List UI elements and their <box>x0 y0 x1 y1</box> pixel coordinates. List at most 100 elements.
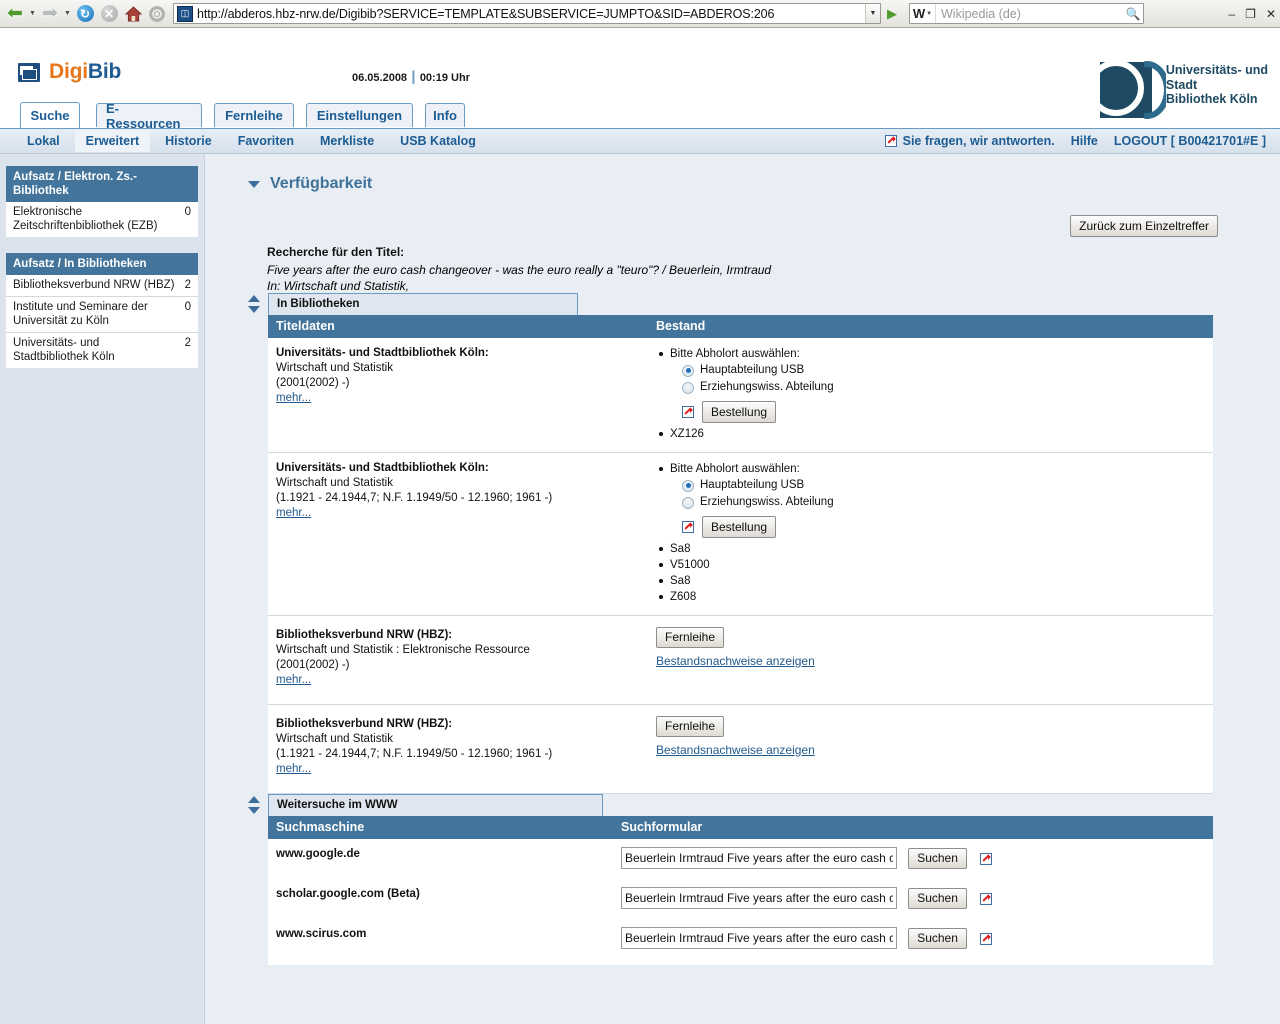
external-link-icon[interactable] <box>682 406 694 418</box>
external-link-icon[interactable] <box>980 892 993 905</box>
www-row-2-search-button[interactable]: Suchen <box>908 888 967 909</box>
radio-icon[interactable] <box>682 496 694 509</box>
tab-suche[interactable]: Suche <box>20 102 80 128</box>
www-row-3-engine: www.scirus.com <box>268 919 613 965</box>
row-3-holdings-link[interactable]: Bestandsnachweise anzeigen <box>656 654 815 669</box>
back-button[interactable]: ⬅ <box>3 2 27 26</box>
row-4-holdings-link[interactable]: Bestandsnachweise anzeigen <box>656 743 815 758</box>
uni-line-1: Universitäts- und <box>1165 63 1268 77</box>
radio-icon[interactable] <box>682 479 694 492</box>
tab-info[interactable]: Info <box>425 103 465 127</box>
go-arrow-icon: ▶ <box>887 5 897 21</box>
subtab-usb-katalog-label: USB Katalog <box>400 134 476 148</box>
recherche-in: In: Wirtschaft und Statistik, <box>267 279 409 293</box>
row-3-loan-button[interactable]: Fernleihe <box>656 627 725 648</box>
main-content: Verfügbarkeit Zurück zum Einzeltreffer R… <box>205 154 1280 1024</box>
updown-arrows-icon[interactable] <box>248 295 260 313</box>
external-link-icon[interactable] <box>980 852 993 865</box>
row-1-option-erziehungswiss[interactable]: Erziehungswiss. Abteilung <box>670 379 1205 396</box>
browser-search-box[interactable]: W ▼ Wikipedia (de) 🔍 <box>909 3 1144 24</box>
triangle-down-icon[interactable] <box>248 180 260 188</box>
radio-icon[interactable] <box>682 364 694 377</box>
magnifier-icon[interactable]: 🔍 <box>1123 7 1143 21</box>
minimize-button[interactable]: – <box>1228 7 1235 21</box>
forward-history-dropdown[interactable]: ▼ <box>62 2 73 26</box>
subtab-usb-katalog[interactable]: USB Katalog <box>389 130 487 152</box>
row-3-titeldaten: Bibliotheksverbund NRW (HBZ): Wirtschaft… <box>268 615 648 705</box>
www-row-2-form: Suchen <box>613 879 1213 919</box>
subtab-lokal[interactable]: Lokal <box>16 130 71 152</box>
row-1-pickup-group: Bitte Abholort auswählen: Hauptabteilung… <box>656 346 1205 423</box>
row-4-titeldaten: Bibliotheksverbund NRW (HBZ): Wirtschaft… <box>268 704 648 794</box>
row-4-loan-button[interactable]: Fernleihe <box>656 716 725 737</box>
sidebar-item-ezb-count: 0 <box>184 206 191 218</box>
go-button[interactable]: ▶ <box>881 3 903 25</box>
back-history-dropdown[interactable]: ▼ <box>27 2 38 26</box>
www-row-1-search-button[interactable]: Suchen <box>908 848 967 869</box>
www-row-2-search-input[interactable] <box>621 887 897 909</box>
subtab-merkliste[interactable]: Merkliste <box>309 130 385 152</box>
close-button[interactable]: ✕ <box>1266 7 1276 21</box>
url-text[interactable]: http://abderos.hbz-nrw.de/Digibib?SERVIC… <box>197 7 865 21</box>
radio-icon[interactable] <box>682 381 694 394</box>
logout-link[interactable]: LOGOUT [ B00421701#E ] <box>1114 134 1266 148</box>
row-4-line2: Wirtschaft und Statistik <box>276 733 393 745</box>
search-engine-selector[interactable]: W ▼ <box>910 4 936 23</box>
address-dropdown[interactable]: ▼ <box>865 4 880 23</box>
external-link-icon[interactable] <box>682 521 694 533</box>
subtab-erweitert[interactable]: Erweitert <box>74 130 151 152</box>
row-1-more-link[interactable]: mehr... <box>276 392 311 404</box>
tab-e-ressourcen[interactable]: E-Ressourcen <box>96 101 202 131</box>
www-section-bar: Weitersuche im WWW <box>248 794 1213 816</box>
www-row-3-form: Suchen <box>613 919 1213 965</box>
row-3-more-link[interactable]: mehr... <box>276 674 311 686</box>
row-2-order-button[interactable]: Bestellung <box>702 516 777 538</box>
row-3-title: Bibliotheksverbund NRW (HBZ): <box>276 629 453 641</box>
row-2-option-erziehungswiss[interactable]: Erziehungswiss. Abteilung <box>670 494 1205 511</box>
reload-button[interactable]: ↻ <box>73 2 97 26</box>
subtab-lokal-label: Lokal <box>27 134 60 148</box>
row-2-signature-2: Sa8 <box>656 573 1205 589</box>
table-row: scholar.google.com (Beta) Suchen <box>268 879 1213 919</box>
address-bar[interactable]: ◫ http://abderos.hbz-nrw.de/Digibib?SERV… <box>173 3 881 24</box>
verfuegbarkeit-header[interactable]: Verfügbarkeit <box>248 175 372 193</box>
row-2-pickup-group: Bitte Abholort auswählen: Hauptabteilung… <box>656 461 1205 538</box>
main-tabs: Suche E-Ressourcen Fernleihe Einstellung… <box>0 101 1280 131</box>
subtab-favoriten[interactable]: Favoriten <box>227 130 305 152</box>
row-4-more-link[interactable]: mehr... <box>276 763 311 775</box>
date-time-separator: ┃ <box>410 72 417 84</box>
row-2-line2: Wirtschaft und Statistik <box>276 477 393 489</box>
sidebar-item-hbz[interactable]: Bibliotheksverbund NRW (HBZ) 2 <box>6 275 198 297</box>
browser-search-input[interactable]: Wikipedia (de) <box>936 7 1123 21</box>
row-1-order-button[interactable]: Bestellung <box>702 401 777 423</box>
sidebar-item-institute[interactable]: Institute und Seminare der Universität z… <box>6 297 198 333</box>
sidebar-item-ezb[interactable]: Elektronische Zeitschriftenbibliothek (E… <box>6 202 198 237</box>
tab-info-label: Info <box>433 108 457 123</box>
digibib-logo[interactable]: DigiBib <box>18 60 121 84</box>
updown-arrows-icon[interactable] <box>248 796 260 814</box>
libraries-table: Titeldaten Bestand Universitäts- und Sta… <box>268 315 1213 794</box>
www-row-3-search-input[interactable] <box>621 927 897 949</box>
stop-button[interactable]: ✕ <box>97 2 121 26</box>
tab-einstellungen[interactable]: Einstellungen <box>306 103 413 127</box>
subtab-historie[interactable]: Historie <box>154 130 223 152</box>
www-row-1-search-input[interactable] <box>621 847 897 869</box>
ask-link[interactable]: Sie fragen, wir antworten. <box>903 134 1055 148</box>
row-2-more-link[interactable]: mehr... <box>276 507 311 519</box>
forward-button[interactable]: ➡ <box>38 2 62 26</box>
www-row-3-search-button[interactable]: Suchen <box>908 928 967 949</box>
restore-button[interactable]: ❐ <box>1245 7 1256 21</box>
libraries-section: In Bibliotheken Titeldaten Bestand Unive… <box>248 293 1213 794</box>
back-to-result-button[interactable]: Zurück zum Einzeltreffer <box>1070 215 1218 237</box>
help-link[interactable]: Hilfe <box>1071 134 1098 148</box>
tab-fernleihe[interactable]: Fernleihe <box>214 103 294 127</box>
sidebar-item-usb[interactable]: Universitäts- und Stadtbibliothek Köln 2 <box>6 333 198 368</box>
settings-button[interactable] <box>145 2 169 26</box>
home-button[interactable] <box>121 2 145 26</box>
tab-einstellungen-label: Einstellungen <box>316 108 403 123</box>
row-2-option-hauptabteilung[interactable]: Hauptabteilung USB <box>670 477 1205 494</box>
recherche-block: Recherche für den Titel: Five years afte… <box>267 245 771 294</box>
row-1-option-hauptabteilung[interactable]: Hauptabteilung USB <box>670 362 1205 379</box>
external-link-icon[interactable] <box>980 932 993 945</box>
col-bestand: Bestand <box>648 315 1213 338</box>
